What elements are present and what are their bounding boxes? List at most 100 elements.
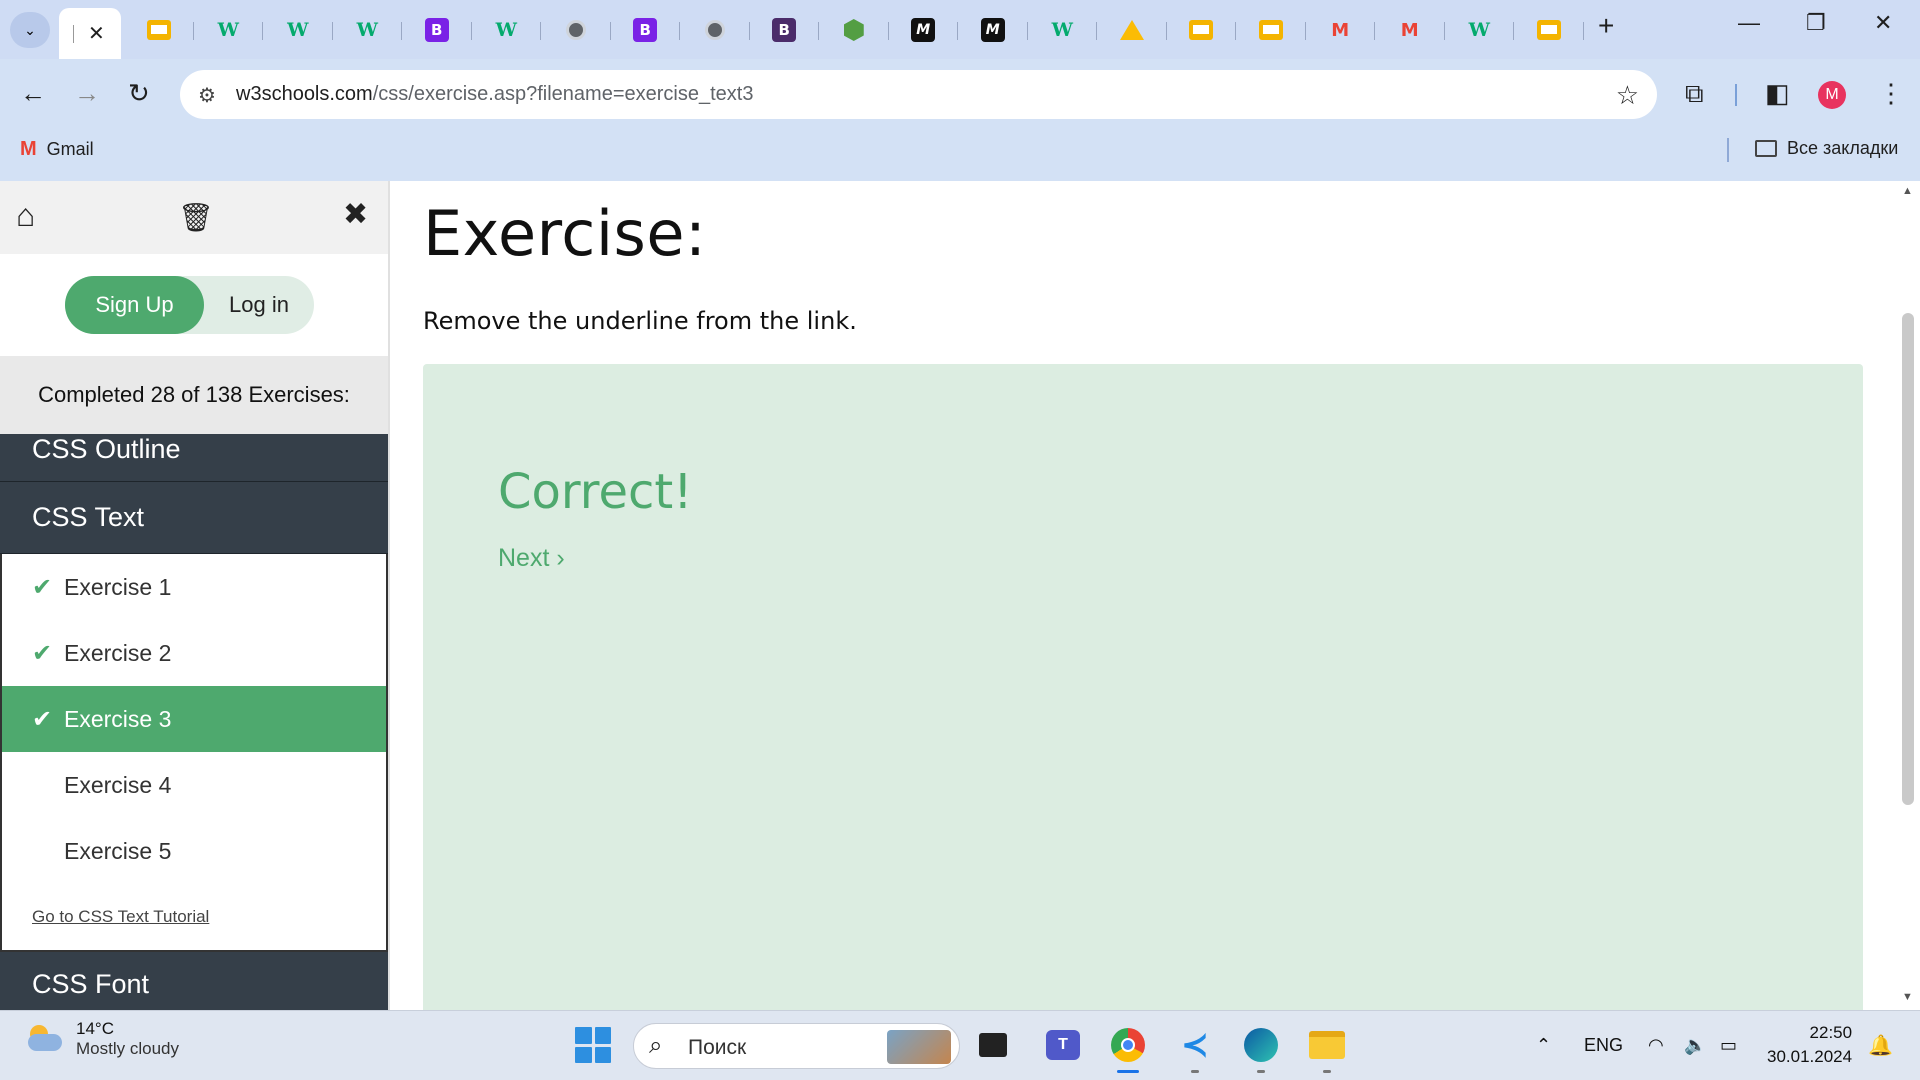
chrome-icon[interactable] bbox=[1108, 1025, 1148, 1073]
scroll-up-icon[interactable]: ▲ bbox=[1902, 185, 1913, 197]
browser-tab[interactable] bbox=[1167, 10, 1237, 50]
window-close-icon[interactable]: ✕ bbox=[1874, 10, 1892, 36]
new-tab-button[interactable]: + bbox=[1598, 10, 1614, 42]
profile-avatar[interactable]: M bbox=[1818, 81, 1846, 109]
tutorial-link[interactable]: Go to CSS Text Tutorial bbox=[2, 884, 386, 950]
side-panel-icon[interactable]: ◧ bbox=[1765, 78, 1790, 109]
browser-tab[interactable]: W bbox=[472, 10, 542, 50]
edge-icon[interactable] bbox=[1241, 1025, 1281, 1073]
taskbar-search[interactable]: ⌕ Поиск bbox=[633, 1023, 960, 1069]
exercise-item[interactable]: ✔ Exercise 3 bbox=[2, 686, 386, 752]
browser-tab[interactable]: M bbox=[1306, 10, 1376, 50]
section-label: CSS Font bbox=[32, 969, 150, 999]
browser-tab[interactable]: M bbox=[958, 10, 1028, 50]
wifi-icon[interactable]: ◠ bbox=[1648, 1035, 1664, 1056]
task-view-icon[interactable] bbox=[973, 1025, 1013, 1065]
log-in-button[interactable]: Log in bbox=[204, 276, 314, 334]
trash-icon[interactable]: 🗑 bbox=[178, 201, 214, 234]
browser-tab[interactable]: W bbox=[333, 10, 403, 50]
taskbar: 14°C Mostly cloudy ⌕ Поиск T ≺ ⌃ ENG ◠ 🔈… bbox=[0, 1010, 1920, 1080]
browser-tab[interactable] bbox=[124, 10, 194, 50]
bookmark-label: Gmail bbox=[46, 139, 94, 159]
browser-tab[interactable]: B bbox=[611, 10, 681, 50]
browser-tab[interactable]: W bbox=[1028, 10, 1098, 50]
folder-icon bbox=[1755, 140, 1777, 157]
w3schools-icon: W bbox=[217, 19, 239, 41]
section-css-text[interactable]: CSS Text bbox=[0, 482, 388, 554]
file-explorer-icon[interactable] bbox=[1307, 1025, 1347, 1073]
vscode-icon[interactable]: ≺ bbox=[1175, 1025, 1215, 1073]
exercise-item[interactable]: Exercise 5 bbox=[2, 818, 386, 884]
browser-tab[interactable]: B bbox=[750, 10, 820, 50]
show-hidden-icons[interactable]: ⌃ bbox=[1536, 1035, 1551, 1056]
reload-icon[interactable]: ↻ bbox=[128, 78, 150, 109]
exercise-list: ✔ Exercise 1 ✔ Exercise 2 ✔ Exercise 3 Exercis… bbox=[0, 554, 388, 952]
windows-start-icon[interactable] bbox=[575, 1027, 611, 1063]
checkmark-icon: ✔ bbox=[32, 705, 53, 733]
extensions-icon[interactable]: ⧉ bbox=[1685, 78, 1704, 110]
drive-icon bbox=[1119, 20, 1144, 40]
browser-tab[interactable] bbox=[541, 10, 611, 50]
mdn-icon: M bbox=[911, 18, 936, 42]
checkmark-icon: ✔ bbox=[32, 639, 53, 667]
scrollbar-thumb[interactable] bbox=[1902, 313, 1914, 805]
tab-search-button[interactable]: ⌄ bbox=[10, 12, 50, 48]
scroll-down-icon[interactable]: ▼ bbox=[1902, 991, 1913, 1003]
volume-icon[interactable]: 🔈 bbox=[1684, 1035, 1706, 1056]
bookmark-gmail[interactable]: M Gmail bbox=[20, 138, 94, 161]
page-title: Exercise: bbox=[423, 197, 707, 270]
gmail-icon: M bbox=[1331, 19, 1350, 41]
language-indicator[interactable]: ENG bbox=[1584, 1035, 1623, 1056]
exercise-label: Exercise 1 bbox=[64, 573, 172, 600]
exercise-item[interactable]: Exercise 4 bbox=[2, 752, 386, 818]
gmail-icon: M bbox=[20, 138, 37, 160]
back-icon[interactable]: ← bbox=[20, 78, 46, 109]
weather-widget[interactable]: 14°C Mostly cloudy bbox=[24, 1019, 179, 1059]
slides-icon bbox=[1536, 20, 1561, 40]
section-css-font[interactable]: CSS Font bbox=[0, 952, 388, 1010]
browser-tab[interactable]: M bbox=[1375, 10, 1445, 50]
weather-description: Mostly cloudy bbox=[76, 1039, 179, 1058]
site-info-icon[interactable]: ⚙ bbox=[198, 83, 216, 108]
restore-icon[interactable]: ❐ bbox=[1806, 10, 1826, 36]
page-scrollbar[interactable]: ▲ ▼ bbox=[1896, 181, 1920, 1010]
search-highlight-image bbox=[887, 1030, 951, 1064]
sign-up-button[interactable]: Sign Up bbox=[65, 276, 204, 334]
minimize-icon[interactable]: — bbox=[1738, 10, 1760, 36]
battery-icon[interactable]: ▭ bbox=[1720, 1035, 1737, 1056]
close-icon[interactable]: ✕ bbox=[88, 21, 105, 46]
clock-date: 30.01.2024 bbox=[1767, 1047, 1853, 1066]
home-icon[interactable]: ⌂ bbox=[16, 197, 35, 234]
bootstrap-icon: B bbox=[633, 18, 658, 42]
browser-tab[interactable]: M bbox=[889, 10, 959, 50]
browser-tab[interactable] bbox=[819, 10, 889, 50]
section-label: CSS Text bbox=[32, 502, 145, 532]
exercise-item[interactable]: ✔ Exercise 2 bbox=[2, 620, 386, 686]
browser-tab[interactable]: W bbox=[194, 10, 264, 50]
cloudy-weather-icon bbox=[24, 1025, 64, 1053]
forward-icon[interactable]: → bbox=[74, 78, 100, 109]
section-css-outline[interactable]: CSS Outline bbox=[0, 434, 388, 482]
browser-tab[interactable] bbox=[680, 10, 750, 50]
w3schools-icon: W bbox=[287, 19, 309, 41]
browser-tab[interactable]: B bbox=[402, 10, 472, 50]
address-bar[interactable]: ⚙ w3schools.com/css/exercise.asp?filenam… bbox=[180, 70, 1657, 119]
bootstrap-dark-icon: B bbox=[772, 18, 797, 42]
system-clock[interactable]: 22:50 30.01.2024 bbox=[1767, 1021, 1852, 1069]
browser-tab[interactable] bbox=[1514, 10, 1584, 50]
close-icon[interactable]: ✖ bbox=[343, 197, 368, 232]
browser-tab[interactable]: W bbox=[1445, 10, 1515, 50]
browser-tab[interactable] bbox=[1236, 10, 1306, 50]
active-tab[interactable]: ✕ bbox=[59, 8, 121, 59]
all-bookmarks-button[interactable]: Все закладки bbox=[1755, 138, 1898, 159]
clock-time: 22:50 bbox=[1809, 1023, 1853, 1042]
notifications-icon[interactable]: 🔔 bbox=[1868, 1033, 1893, 1058]
next-link[interactable]: Next › bbox=[498, 544, 565, 573]
exercise-item[interactable]: ✔ Exercise 1 bbox=[2, 554, 386, 620]
correct-message: Correct! bbox=[498, 464, 693, 520]
bookmark-star-icon[interactable]: ☆ bbox=[1616, 80, 1639, 111]
teams-icon[interactable]: T bbox=[1043, 1025, 1083, 1065]
menu-icon[interactable]: ⋮ bbox=[1878, 78, 1904, 109]
browser-tab[interactable]: W bbox=[263, 10, 333, 50]
browser-tab[interactable] bbox=[1097, 10, 1167, 50]
